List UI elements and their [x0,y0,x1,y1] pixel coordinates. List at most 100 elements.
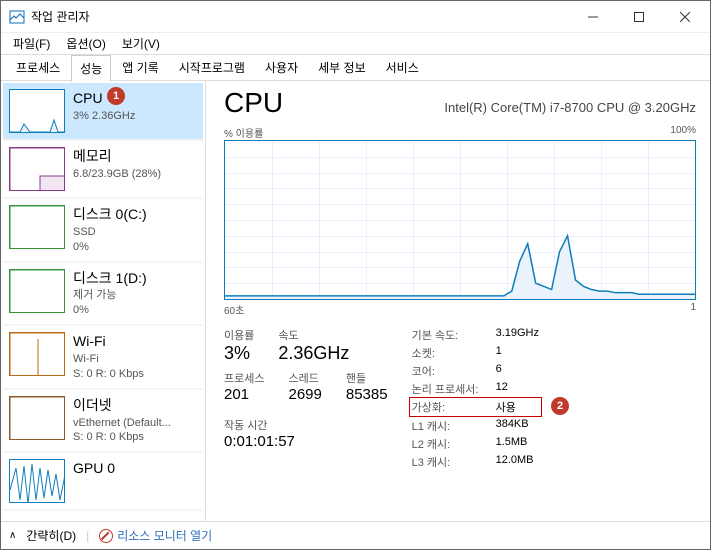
sidebar-item--[interactable]: 메모리 6.8/23.9GB (28%) [3,141,203,199]
label-threads: 스레드 [288,370,321,386]
sidebar-item-sub: 3% 2.36GHz [73,109,197,124]
spec-row: 논리 프로세서: 12 [412,381,539,397]
tab-apphistory[interactable]: 앱 기록 [113,54,167,81]
tab-bar: 프로세스 성능 앱 기록 시작프로그램 사용자 세부 정보 서비스 [1,55,710,81]
sidebar-item-gpu-0[interactable]: GPU 0 [3,453,203,511]
annotation-badge-1: 1 [107,87,125,105]
spec-value: 1 [496,345,502,361]
minimize-button[interactable] [570,2,616,32]
value-speed: 2.36GHz [278,343,349,364]
sidebar-item-cpu[interactable]: CPU 3% 2.36GHz 1 [3,83,203,141]
forbidden-icon [99,529,113,543]
sidebar-item-title: Wi-Fi [73,332,197,351]
label-procs: 프로세스 [224,370,264,386]
spec-key: 코어: [412,363,484,379]
spec-value: 사용 [496,399,516,415]
spec-key: 기본 속도: [412,327,484,343]
label-uptime: 작동 시간 [224,417,388,433]
sidebar-item-title: 이더넷 [73,396,197,415]
sidebar-item-title: GPU 0 [73,459,197,478]
spec-row: L1 캐시: 384KB [412,418,539,434]
sidebar-item-sub: SSD [73,225,197,240]
tab-startup[interactable]: 시작프로그램 [170,54,254,81]
cpu-usage-graph[interactable] [224,140,696,300]
annotation-badge-2: 2 [551,397,569,415]
tab-processes[interactable]: 프로세스 [7,54,69,81]
sidebar-item--[interactable]: 이더넷 vEthernet (Default... S: 0 R: 0 Kbps [3,390,203,454]
tab-details[interactable]: 세부 정보 [309,54,375,81]
value-handles: 85385 [346,386,388,403]
sidebar-item-sub: Wi-Fi [73,352,197,367]
sidebar-item-sub2: S: 0 R: 0 Kbps [73,430,197,445]
open-resource-monitor-link[interactable]: 리소스 모니터 열기 [99,527,212,544]
menu-view[interactable]: 보기(V) [114,33,168,54]
sidebar-item-wi-fi[interactable]: Wi-Fi Wi-Fi S: 0 R: 0 Kbps [3,326,203,390]
fewer-details-button[interactable]: 간략히(D) [26,527,76,544]
tab-users[interactable]: 사용자 [256,54,307,81]
graph-y-label: % 이용률 [224,125,263,140]
spec-value: 12 [496,381,508,397]
mini-graph-icon [9,89,65,133]
label-speed: 속도 [278,327,349,343]
spec-key: 소켓: [412,345,484,361]
spec-key: L3 캐시: [412,454,484,470]
sidebar-item--1-d-[interactable]: 디스크 1(D:) 제거 가능 0% [3,263,203,327]
spec-value: 384KB [496,418,529,434]
detail-title: CPU [224,87,283,119]
spec-value: 3.19GHz [496,327,539,343]
performance-sidebar[interactable]: CPU 3% 2.36GHz 1 메모리 6.8/23.9GB (28%) 디스… [1,81,206,521]
spec-key: L2 캐시: [412,436,484,452]
spec-value: 6 [496,363,502,379]
titlebar: 작업 관리자 [1,1,710,33]
spec-value: 12.0MB [496,454,534,470]
spec-row: 가상화: 사용 [409,397,542,417]
spec-row: 코어: 6 [412,363,539,379]
taskmgr-icon [9,9,25,25]
graph-y-max: 100% [670,125,696,140]
spec-key: 논리 프로세서: [412,381,484,397]
sidebar-item-sub2: S: 0 R: 0 Kbps [73,367,197,382]
tab-performance[interactable]: 성능 [71,55,111,82]
sidebar-item-sub: 제거 가능 [73,288,197,303]
sidebar-item--0-c-[interactable]: 디스크 0(C:) SSD 0% [3,199,203,263]
value-util: 3% [224,343,254,364]
menu-file[interactable]: 파일(F) [5,33,58,54]
sidebar-item-title: 디스크 1(D:) [73,269,197,288]
mini-graph-icon [9,396,65,440]
spec-row: L3 캐시: 12.0MB [412,454,539,470]
spec-row: L2 캐시: 1.5MB [412,436,539,452]
label-util: 이용률 [224,327,254,343]
value-uptime: 0:01:01:57 [224,433,388,450]
spec-row: 기본 속도: 3.19GHz [412,327,539,343]
sidebar-item-title: 메모리 [73,147,197,166]
close-button[interactable] [662,2,708,32]
cpu-model: Intel(R) Core(TM) i7-8700 CPU @ 3.20GHz [444,100,696,115]
chevron-up-icon: ∧ [9,530,16,541]
spec-key: L1 캐시: [412,418,484,434]
cpu-line-chart [225,141,695,299]
graph-x-left: 60초 [224,302,244,317]
sidebar-item-sub: vEthernet (Default... [73,416,197,431]
cpu-detail-pane: CPU Intel(R) Core(TM) i7-8700 CPU @ 3.20… [206,81,710,521]
sidebar-item-title: CPU [73,89,197,108]
sidebar-item-sub: 6.8/23.9GB (28%) [73,167,197,182]
sidebar-item-title: 디스크 0(C:) [73,205,197,224]
resource-monitor-label: 리소스 모니터 열기 [117,527,212,544]
footer-bar: ∧ 간략히(D) | 리소스 모니터 열기 [1,521,710,549]
mini-graph-icon [9,147,65,191]
mini-graph-icon [9,332,65,376]
sidebar-item-sub2: 0% [73,303,197,318]
tab-services[interactable]: 서비스 [377,54,428,81]
menu-option[interactable]: 옵션(O) [58,33,113,54]
window-title: 작업 관리자 [31,8,570,25]
sidebar-item-sub2: 0% [73,240,197,255]
spec-value: 1.5MB [496,436,528,452]
label-handles: 핸들 [346,370,388,386]
cpu-spec-list: 기본 속도:3.19GHz소켓:1코어:6논리 프로세서:12가상화:사용2L1… [412,327,539,472]
mini-graph-icon [9,269,65,313]
mini-graph-icon [9,205,65,249]
maximize-button[interactable] [616,2,662,32]
value-threads: 2699 [288,386,321,403]
mini-graph-icon [9,459,65,503]
spec-key: 가상화: [412,399,484,415]
